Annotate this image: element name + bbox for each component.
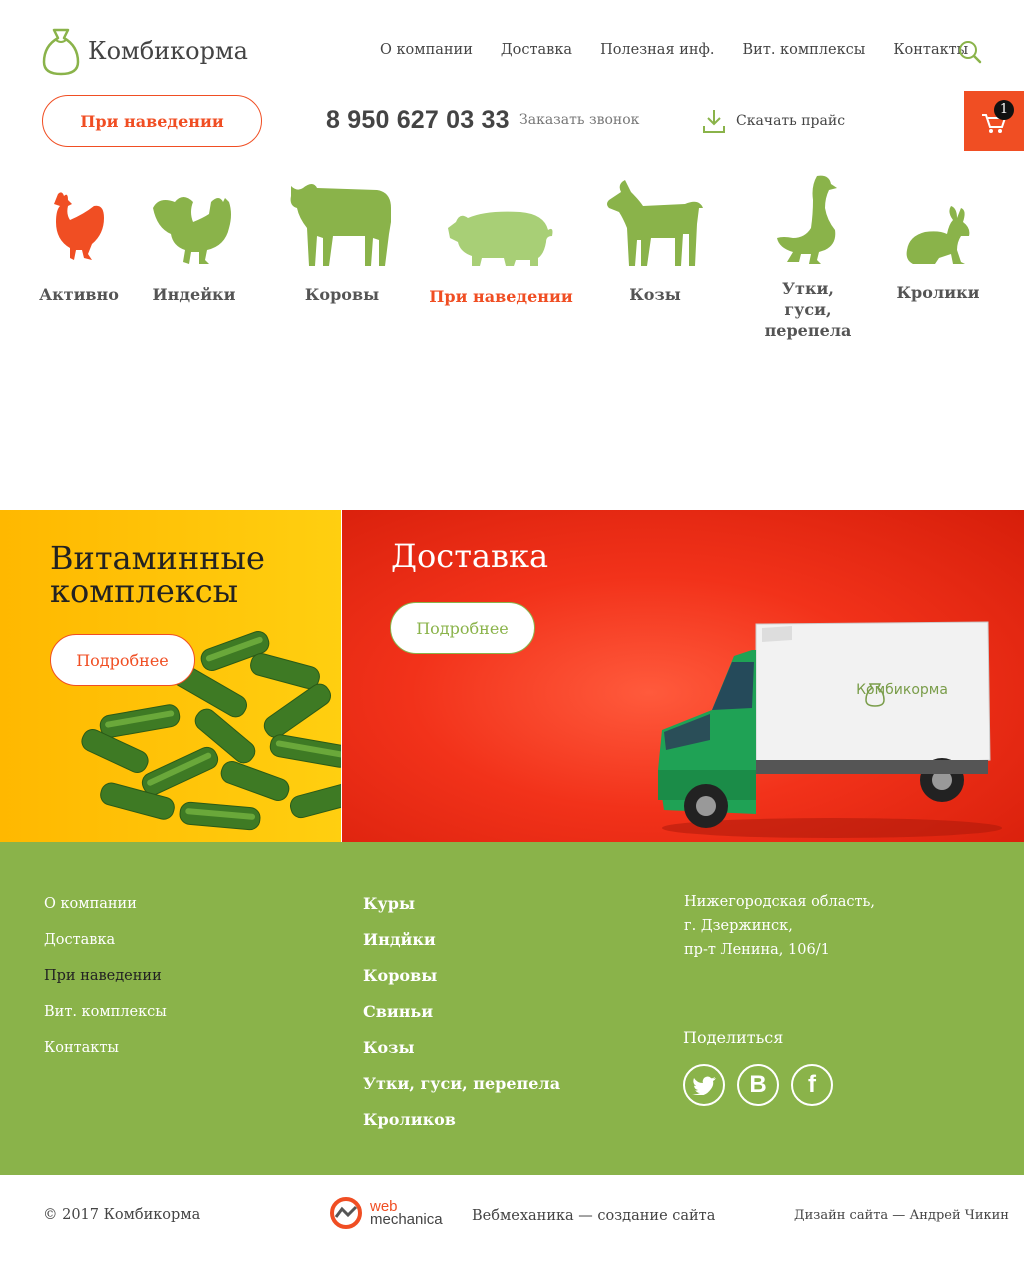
header: Комбикорма О компании Доставка Полезная …: [0, 0, 1024, 160]
footer-categories: Куры Индйки Коровы Свиньи Козы Утки, гус…: [363, 894, 560, 1146]
nav-about[interactable]: О компании: [380, 42, 473, 58]
logo[interactable]: Комбикорма: [40, 26, 248, 76]
goat-icon: [607, 180, 703, 266]
promo-banners: Витаминные комплексы Подробнее Доставка …: [0, 510, 1024, 842]
category-turkeys[interactable]: Индейки: [148, 188, 240, 305]
category-label: Козы: [629, 285, 681, 304]
category-goats[interactable]: Козы: [596, 178, 714, 305]
webmechanica-description[interactable]: Вебмеханика — создание сайта: [472, 1208, 715, 1224]
footer-link-vitamins[interactable]: Вит. комплексы: [44, 1004, 167, 1040]
vk-icon[interactable]: B: [737, 1064, 779, 1106]
footer-link-about[interactable]: О компании: [44, 896, 167, 932]
footer-category[interactable]: Утки, гуси, перепела: [363, 1074, 560, 1110]
goose-icon: [777, 175, 837, 264]
category-label: Кролики: [896, 283, 980, 302]
bottom-bar: © 2017 Комбикорма web mechanica Вебмехан…: [0, 1175, 1024, 1285]
delivery-more-button[interactable]: Подробнее: [390, 602, 535, 654]
category-chickens[interactable]: Активно: [36, 188, 122, 305]
animal-categories: Активно Индейки Коровы При наведении Коз…: [0, 170, 1024, 340]
share-label: Поделиться: [683, 1028, 784, 1047]
cow-icon: [290, 184, 391, 266]
category-ducks[interactable]: Утки, гуси, перепела: [752, 174, 864, 341]
vitamins-banner[interactable]: Витаминные комплексы Подробнее: [0, 510, 341, 842]
nav-vitamins[interactable]: Вит. комплексы: [743, 42, 866, 58]
category-cows[interactable]: Коровы: [282, 178, 402, 305]
footer-address: Нижегородская область, г. Дзержинск, пр-…: [684, 894, 876, 958]
footer-link-contacts[interactable]: Контакты: [44, 1040, 167, 1076]
footer: О компании Доставка При наведении Вит. к…: [0, 842, 1024, 1175]
footer-category[interactable]: Коровы: [363, 966, 560, 1002]
download-icon: [703, 110, 725, 133]
vitamins-more-button[interactable]: Подробнее: [50, 634, 195, 686]
facebook-icon[interactable]: f: [791, 1064, 833, 1106]
footer-category[interactable]: Кроликов: [363, 1110, 560, 1146]
footer-link-hover[interactable]: При наведении: [44, 968, 167, 1004]
category-label: При наведении: [429, 287, 573, 306]
footer-category[interactable]: Козы: [363, 1038, 560, 1074]
category-label: Индейки: [152, 285, 236, 304]
sack-icon: [42, 28, 80, 76]
delivery-title: Доставка: [391, 537, 549, 575]
social-links: B f: [683, 1064, 833, 1106]
download-price-link[interactable]: Скачать прайс: [702, 108, 845, 134]
footer-link-delivery[interactable]: Доставка: [44, 932, 167, 968]
footer-category[interactable]: Свиньи: [363, 1002, 560, 1038]
search-icon[interactable]: [958, 40, 982, 64]
turkey-icon: [153, 197, 231, 264]
delivery-banner[interactable]: Доставка Подробнее Комбикорма: [342, 510, 1024, 842]
vitamins-title: Витаминные комплексы: [50, 539, 265, 610]
twitter-icon[interactable]: [683, 1064, 725, 1106]
footer-category[interactable]: Куры: [363, 894, 560, 930]
download-price-label: Скачать прайс: [736, 113, 846, 129]
category-label: Коровы: [304, 285, 380, 304]
cart-button[interactable]: 1: [964, 91, 1024, 151]
nav-contacts[interactable]: Контакты: [893, 42, 968, 58]
cart-count-badge: 1: [994, 100, 1014, 120]
main-nav: О компании Доставка Полезная инф. Вит. к…: [380, 42, 996, 58]
phone-number: 8 950 627 03 33: [326, 106, 510, 134]
pig-icon: [448, 211, 553, 266]
footer-category[interactable]: Индйки: [363, 930, 560, 966]
cart-icon: [982, 114, 1007, 133]
design-credit[interactable]: Дизайн сайта — Андрей Чикин: [794, 1208, 1009, 1223]
nav-info[interactable]: Полезная инф.: [600, 42, 714, 58]
logo-text: Комбикорма: [88, 37, 248, 65]
callback-link[interactable]: Заказать звонок: [519, 112, 639, 128]
footer-menu: О компании Доставка При наведении Вит. к…: [44, 896, 167, 1076]
nav-delivery[interactable]: Доставка: [501, 42, 572, 58]
rabbit-icon: [906, 206, 970, 264]
webmechanica-text: web mechanica: [370, 1198, 443, 1228]
category-label: Активно: [39, 285, 119, 304]
category-rabbits[interactable]: Кролики: [896, 204, 980, 303]
webmechanica-logo[interactable]: web mechanica: [328, 1195, 443, 1231]
chicken-icon: [54, 192, 104, 260]
category-label: Утки, гуси, перепела: [764, 279, 852, 340]
delivery-truck-image: Комбикорма: [658, 621, 1002, 838]
copyright: © 2017 Комбикорма: [43, 1207, 201, 1223]
category-pigs[interactable]: При наведении: [426, 208, 576, 307]
hover-button[interactable]: При наведении: [42, 95, 262, 147]
webmechanica-icon: [330, 1197, 362, 1229]
